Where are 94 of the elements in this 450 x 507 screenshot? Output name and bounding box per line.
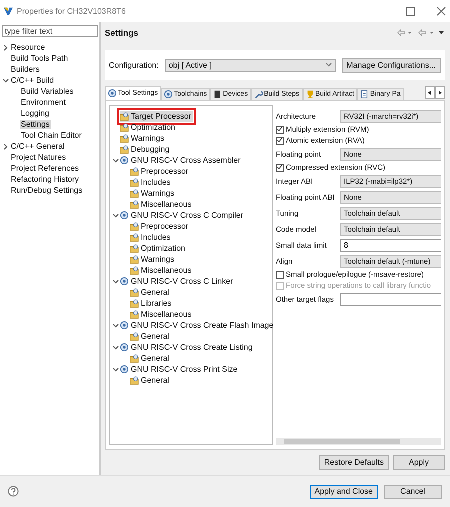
sidebar-item[interactable]: Tool Chain Editor <box>20 131 83 140</box>
checkbox[interactable] <box>276 126 284 134</box>
page-button[interactable]: Apply <box>393 455 445 470</box>
folder-gear-icon <box>130 189 139 198</box>
folder-gear-icon <box>130 233 139 242</box>
sidebar-item[interactable]: Build Variables <box>20 87 75 96</box>
sidebar-item[interactable]: Run/Debug Settings <box>10 186 84 195</box>
tree-item[interactable]: Debugging <box>120 144 172 155</box>
page-title: Settings <box>105 28 139 38</box>
tree-item[interactable]: Target Processor <box>120 111 194 122</box>
folder-gear-icon <box>120 123 129 132</box>
checkbox[interactable] <box>276 136 284 144</box>
folder-gear-icon <box>130 332 139 341</box>
tree-item[interactable]: General <box>130 331 172 342</box>
chevron-down-icon[interactable] <box>112 156 120 164</box>
sidebar-item[interactable]: Build Tools Path <box>10 54 70 63</box>
chevron-right-icon[interactable] <box>2 44 10 52</box>
dropdown-icon <box>326 63 332 67</box>
configuration-dropdown[interactable]: obj [ Active ] <box>164 58 336 72</box>
tree-item[interactable]: Includes <box>130 232 173 243</box>
tree-item[interactable]: General <box>130 353 172 364</box>
folder-gear-icon <box>120 112 129 121</box>
wrench-icon <box>254 90 264 99</box>
folder-gear-icon <box>130 288 139 297</box>
checkbox[interactable] <box>276 164 284 172</box>
chevron-down-icon[interactable] <box>2 76 10 84</box>
tree-item[interactable]: GNU RISC-V Cross Print Size <box>120 364 240 375</box>
tree-item[interactable]: Optimization <box>130 243 188 254</box>
checkbox[interactable] <box>276 270 284 278</box>
folder-gear-icon <box>130 200 139 209</box>
folder-gear-icon <box>130 354 139 363</box>
folder-gear-icon <box>130 244 139 253</box>
manage-configurations-button[interactable]: Manage Configurations... <box>342 58 441 72</box>
configuration-label: Configuration: <box>109 60 159 70</box>
dialog-button[interactable]: Apply and Close <box>310 484 378 498</box>
sidebar-item[interactable]: Resource <box>10 43 46 52</box>
tree-item[interactable]: Miscellaneous <box>130 265 194 276</box>
tree-item[interactable]: Libraries <box>130 298 174 309</box>
folder-gear-icon <box>130 222 139 231</box>
folder-gear-icon <box>120 134 129 143</box>
tree-item[interactable]: GNU RISC-V Cross Create Listing <box>120 342 255 353</box>
tree-item[interactable]: GNU RISC-V Cross C Compiler <box>120 210 246 221</box>
tree-item[interactable]: Optimization <box>120 122 178 133</box>
page-button[interactable]: Restore Defaults <box>319 455 389 470</box>
folder-gear-icon <box>130 376 139 385</box>
tree-item[interactable]: GNU RISC-V Cross Create Flash Image <box>120 320 276 331</box>
sidebar-item[interactable]: Project Natures <box>10 153 68 162</box>
tree-item[interactable]: Warnings <box>130 188 176 199</box>
chevron-down-icon[interactable] <box>112 212 120 220</box>
tree-item[interactable]: General <box>130 287 172 298</box>
tree-item[interactable]: Preprocessor <box>130 166 191 177</box>
window-title: Properties for CH32V103R8T6 <box>17 6 127 16</box>
tree-item[interactable]: GNU RISC-V Cross C Linker <box>120 276 236 287</box>
tree-item[interactable]: Miscellaneous <box>130 199 194 210</box>
sidebar-item[interactable]: C/C++ Build <box>10 76 56 85</box>
trophy-icon <box>306 90 314 99</box>
scrollbar[interactable] <box>276 438 441 445</box>
sidebar-item[interactable]: Logging <box>20 109 50 118</box>
text-field[interactable]: 8 <box>340 238 441 252</box>
sidebar-item[interactable]: Settings <box>20 120 51 129</box>
chevron-down-icon[interactable] <box>112 278 120 286</box>
folder-gear-icon <box>130 299 139 308</box>
tree-item[interactable]: General <box>130 375 172 386</box>
folder-gear-icon <box>130 167 139 176</box>
chevron-down-icon[interactable] <box>112 322 120 330</box>
navigation-arrows-icon[interactable] <box>397 29 445 37</box>
sidebar-item[interactable]: Environment <box>20 98 67 107</box>
app-logo-icon <box>4 6 13 16</box>
scroll-left-icon[interactable] <box>425 86 435 99</box>
folder-gear-icon <box>120 145 129 154</box>
chevron-right-icon[interactable] <box>2 142 10 150</box>
chevron-down-icon[interactable] <box>112 344 120 352</box>
sidebar-item[interactable]: Project References <box>10 164 80 173</box>
scroll-right-icon[interactable] <box>435 86 445 99</box>
tree-item[interactable]: Warnings <box>120 133 166 144</box>
tree-item[interactable]: Miscellaneous <box>130 309 194 320</box>
close-icon[interactable] <box>437 6 446 16</box>
tree-item[interactable]: Preprocessor <box>130 221 191 232</box>
folder-gear-icon <box>130 310 139 319</box>
sidebar-item[interactable]: Refactoring History <box>10 175 80 184</box>
chevron-down-icon[interactable] <box>112 366 120 374</box>
tree-item[interactable]: Includes <box>130 177 173 188</box>
help-icon[interactable] <box>8 486 19 497</box>
folder-gear-icon <box>130 178 139 187</box>
tree-item[interactable]: Warnings <box>130 254 176 265</box>
maximize-icon[interactable] <box>406 6 415 16</box>
folder-gear-icon <box>130 266 139 275</box>
sidebar-item[interactable]: Builders <box>10 65 41 74</box>
dialog-button[interactable]: Cancel <box>384 484 442 498</box>
tree-item[interactable]: GNU RISC-V Cross Assembler <box>120 155 243 166</box>
filter-field[interactable]: type filter text <box>2 25 98 37</box>
text-field[interactable] <box>340 292 441 306</box>
sidebar-item[interactable]: C/C++ General <box>10 142 66 151</box>
folder-gear-icon <box>130 255 139 264</box>
